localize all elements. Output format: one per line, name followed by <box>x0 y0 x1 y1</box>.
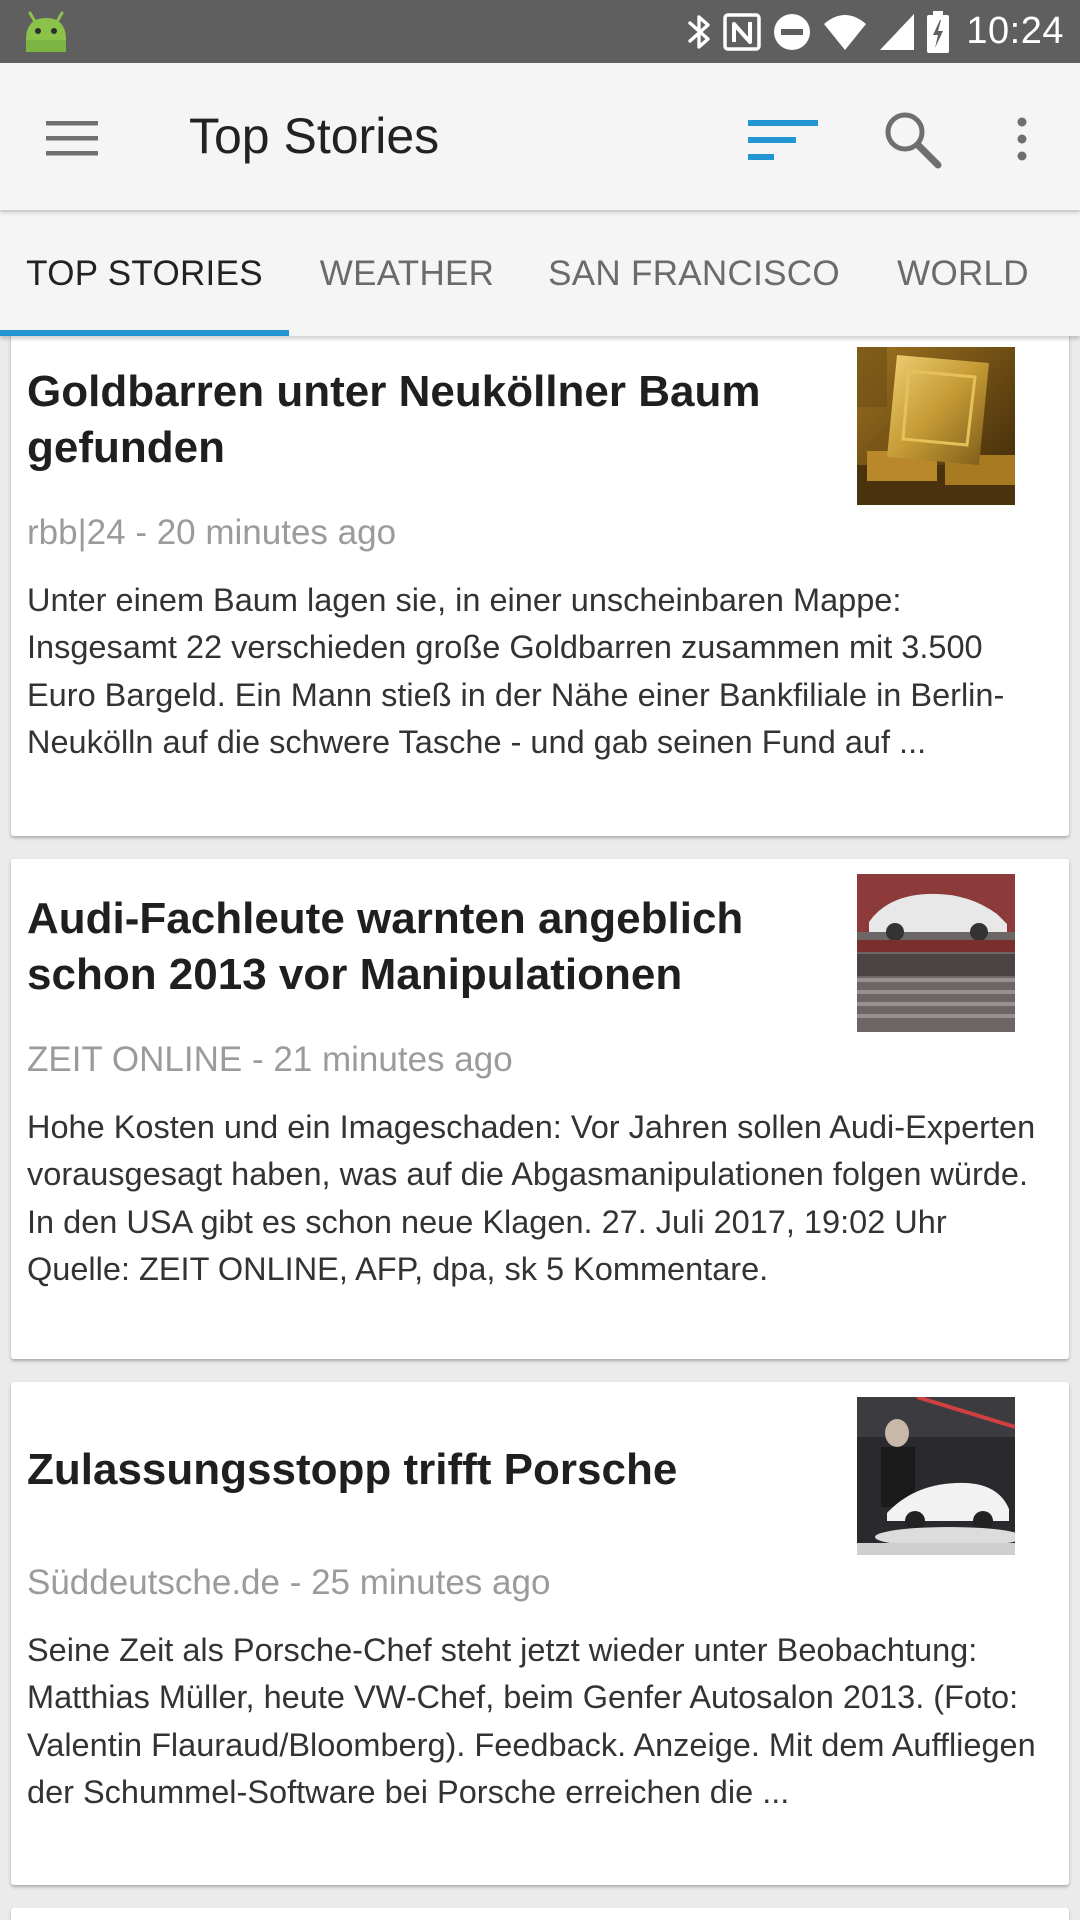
battery-charging-icon <box>926 10 950 53</box>
article-source-time: rbb|24 - 20 minutes ago <box>27 513 397 552</box>
article-source-time: Süddeutsche.de - 25 minutes ago <box>27 1563 551 1602</box>
cell-signal-icon <box>878 12 916 52</box>
article-thumbnail[interactable] <box>857 1397 1015 1555</box>
tab-top-stories[interactable]: TOP STORIES <box>0 212 289 336</box>
hamburger-menu-icon <box>46 121 98 156</box>
nfc-icon <box>722 12 762 52</box>
news-feed[interactable]: Goldbarren unter Neuköllner Baum gefunde… <box>0 336 1080 1920</box>
article-summary[interactable]: Seine Zeit als Porsche-Chef steht jetzt … <box>27 1627 1057 1817</box>
news-card[interactable]: Audi-Fachleute warnten angeblich schon 2… <box>11 859 1069 1359</box>
article-thumbnail[interactable] <box>857 347 1015 505</box>
tab-san-francisco[interactable]: SAN FRANCISCO <box>525 212 863 336</box>
article-headline[interactable]: Audi-Fachleute warnten angeblich schon 2… <box>27 891 827 1003</box>
audi-car-train-image <box>857 874 1015 1032</box>
more-vert-icon <box>1017 117 1027 161</box>
article-headline[interactable]: Goldbarren unter Neuköllner Baum gefunde… <box>27 364 827 476</box>
search-button[interactable] <box>876 103 948 175</box>
status-icons: 10:24 <box>686 0 1064 63</box>
app-bar: Top Stories <box>0 63 1080 210</box>
tab-weather[interactable]: WEATHER <box>289 212 525 336</box>
sort-filter-icon <box>748 120 818 160</box>
more-options-button[interactable] <box>1000 103 1044 175</box>
status-bar: 10:24 <box>0 0 1080 63</box>
article-source-time: ZEIT ONLINE - 21 minutes ago <box>27 1040 513 1079</box>
article-summary[interactable]: Hohe Kosten und ein Imageschaden: Vor Ja… <box>27 1104 1057 1294</box>
porsche-autosalon-image <box>857 1397 1015 1555</box>
news-card[interactable] <box>11 1908 1069 1920</box>
tab-bar: TOP STORIES WEATHER SAN FRANCISCO WORLD <box>0 212 1080 336</box>
navigation-menu-button[interactable] <box>36 105 108 171</box>
page-title: Top Stories <box>189 108 440 164</box>
news-card[interactable]: Goldbarren unter Neuköllner Baum gefunde… <box>11 336 1069 836</box>
active-tab-indicator <box>0 330 289 336</box>
android-icon <box>26 11 66 52</box>
gold-bars-image <box>857 347 1015 505</box>
sort-filter-button[interactable] <box>742 107 824 173</box>
article-thumbnail[interactable] <box>857 874 1015 1032</box>
article-headline[interactable]: Zulassungsstopp trifft Porsche <box>27 1442 827 1498</box>
search-icon <box>885 112 942 169</box>
news-card[interactable]: Zulassungsstopp trifft Porsche Süddeutsc… <box>11 1382 1069 1885</box>
status-time: 10:24 <box>966 10 1064 52</box>
tab-world[interactable]: WORLD <box>863 212 1063 336</box>
do-not-disturb-icon <box>772 12 812 52</box>
bluetooth-icon <box>686 12 712 52</box>
wifi-icon <box>822 12 868 52</box>
article-summary[interactable]: Unter einem Baum lagen sie, in einer uns… <box>27 577 1057 767</box>
